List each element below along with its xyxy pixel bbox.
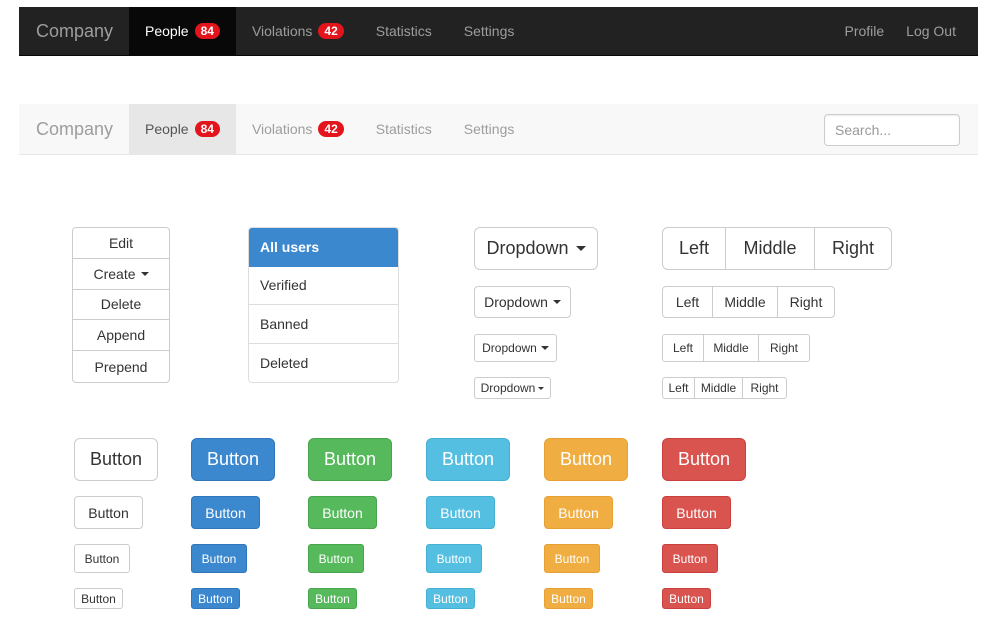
vertical-button-group: Edit Create Delete Append Prepend	[72, 227, 170, 383]
success-button[interactable]: Button	[308, 496, 377, 529]
right-button[interactable]: Right	[815, 228, 891, 269]
nav-item-label: Violations	[251, 121, 313, 137]
nav-item-label: Violations	[251, 23, 313, 39]
info-button-xsmall[interactable]: Button	[426, 588, 475, 609]
info-button[interactable]: Button	[426, 496, 495, 529]
nav-item-settings[interactable]: Settings	[448, 104, 531, 154]
segmented-group-default: Left Middle Right	[662, 286, 835, 318]
warning-button-small[interactable]: Button	[544, 544, 600, 573]
danger-button-large[interactable]: Button	[662, 438, 746, 481]
nav-item-logout[interactable]: Log Out	[895, 7, 967, 55]
nav-item-settings[interactable]: Settings	[448, 7, 531, 55]
danger-button-small[interactable]: Button	[662, 544, 718, 573]
dropdown-button-large[interactable]: Dropdown	[474, 227, 598, 270]
primary-button-large[interactable]: Button	[191, 438, 275, 481]
nav-item-statistics[interactable]: Statistics	[360, 104, 448, 154]
left-button[interactable]: Left	[663, 335, 704, 361]
nav-item-label: Statistics	[375, 121, 432, 137]
segmented-group-small: Left Middle Right	[662, 334, 810, 362]
user-filter-list: All users Verified Banned Deleted	[248, 227, 399, 383]
nav-item-people[interactable]: People 84	[129, 104, 236, 154]
nav-item-statistics[interactable]: Statistics	[360, 7, 448, 55]
append-button[interactable]: Append	[73, 320, 169, 352]
success-button-xsmall[interactable]: Button	[308, 588, 357, 609]
middle-button[interactable]: Middle	[726, 228, 815, 269]
segmented-group-large: Left Middle Right	[662, 227, 892, 270]
info-button-small[interactable]: Button	[426, 544, 482, 573]
dropdown-label: Dropdown	[486, 238, 569, 258]
dropdown-label: Dropdown	[482, 341, 537, 355]
success-button-small[interactable]: Button	[308, 544, 364, 573]
nav-item-people[interactable]: People 84	[129, 7, 236, 55]
dropdown-button-xsmall[interactable]: Dropdown	[474, 377, 551, 399]
dropdown-button-small[interactable]: Dropdown	[474, 334, 557, 362]
delete-button[interactable]: Delete	[73, 290, 169, 321]
people-count-badge: 84	[194, 23, 220, 39]
edit-button[interactable]: Edit	[73, 228, 169, 259]
warning-button-large[interactable]: Button	[544, 438, 628, 481]
nav-item-profile[interactable]: Profile	[833, 7, 895, 55]
nav-item-violations[interactable]: Violations 42	[236, 7, 360, 55]
dropdown-label: Dropdown	[484, 294, 548, 310]
prepend-button[interactable]: Prepend	[73, 351, 169, 382]
left-button[interactable]: Left	[663, 378, 695, 398]
warning-button-xsmall[interactable]: Button	[544, 588, 593, 609]
warning-button[interactable]: Button	[544, 496, 613, 529]
default-button-xsmall[interactable]: Button	[74, 588, 123, 609]
list-item-deleted[interactable]: Deleted	[249, 344, 398, 383]
dropdown-button-default[interactable]: Dropdown	[474, 286, 571, 318]
list-item-verified[interactable]: Verified	[249, 267, 398, 305]
nav-item-violations[interactable]: Violations 42	[236, 104, 360, 154]
caret-down-icon	[540, 346, 549, 350]
nav-item-label: Settings	[463, 121, 515, 137]
search-input[interactable]	[824, 114, 960, 146]
middle-button[interactable]: Middle	[695, 378, 743, 398]
middle-button[interactable]: Middle	[704, 335, 759, 361]
primary-button-xsmall[interactable]: Button	[191, 588, 240, 609]
navbar-brand[interactable]: Company	[19, 7, 129, 55]
danger-button[interactable]: Button	[662, 496, 731, 529]
navbar-light: Company People 84 Violations 42 Statisti…	[19, 104, 978, 155]
success-button-large[interactable]: Button	[308, 438, 392, 481]
create-label: Create	[93, 265, 136, 282]
nav-item-label: People	[145, 23, 189, 39]
primary-button[interactable]: Button	[191, 496, 260, 529]
right-button[interactable]: Right	[759, 335, 809, 361]
default-button[interactable]: Button	[74, 496, 143, 529]
danger-button-xsmall[interactable]: Button	[662, 588, 711, 609]
people-count-badge: 84	[194, 121, 220, 137]
list-item-all-users[interactable]: All users	[249, 228, 398, 267]
create-dropdown-button[interactable]: Create	[73, 259, 169, 290]
violations-count-badge: 42	[318, 121, 344, 137]
dropdown-label: Dropdown	[480, 381, 536, 395]
info-button-large[interactable]: Button	[426, 438, 510, 481]
nav-item-label: Profile	[844, 23, 885, 39]
default-button-small[interactable]: Button	[74, 544, 130, 573]
violations-count-badge: 42	[318, 23, 344, 39]
right-button[interactable]: Right	[778, 287, 834, 317]
primary-button-small[interactable]: Button	[191, 544, 247, 573]
left-button[interactable]: Left	[663, 228, 726, 269]
right-button[interactable]: Right	[743, 378, 786, 398]
default-button-large[interactable]: Button	[74, 438, 158, 481]
navbar-dark: Company People 84 Violations 42 Statisti…	[19, 7, 978, 56]
segmented-group-xsmall: Left Middle Right	[662, 377, 787, 399]
nav-item-label: Log Out	[906, 23, 956, 39]
navbar-brand[interactable]: Company	[19, 104, 129, 154]
nav-right: Profile Log Out	[833, 7, 967, 55]
caret-down-icon	[575, 246, 586, 251]
list-item-banned[interactable]: Banned	[249, 305, 398, 344]
middle-button[interactable]: Middle	[713, 287, 778, 317]
nav-item-label: People	[145, 121, 189, 137]
caret-down-icon	[538, 386, 545, 390]
caret-down-icon	[552, 300, 561, 304]
nav-item-label: Statistics	[375, 23, 432, 39]
caret-down-icon	[140, 271, 149, 276]
nav-item-label: Settings	[463, 23, 515, 39]
left-button[interactable]: Left	[663, 287, 713, 317]
